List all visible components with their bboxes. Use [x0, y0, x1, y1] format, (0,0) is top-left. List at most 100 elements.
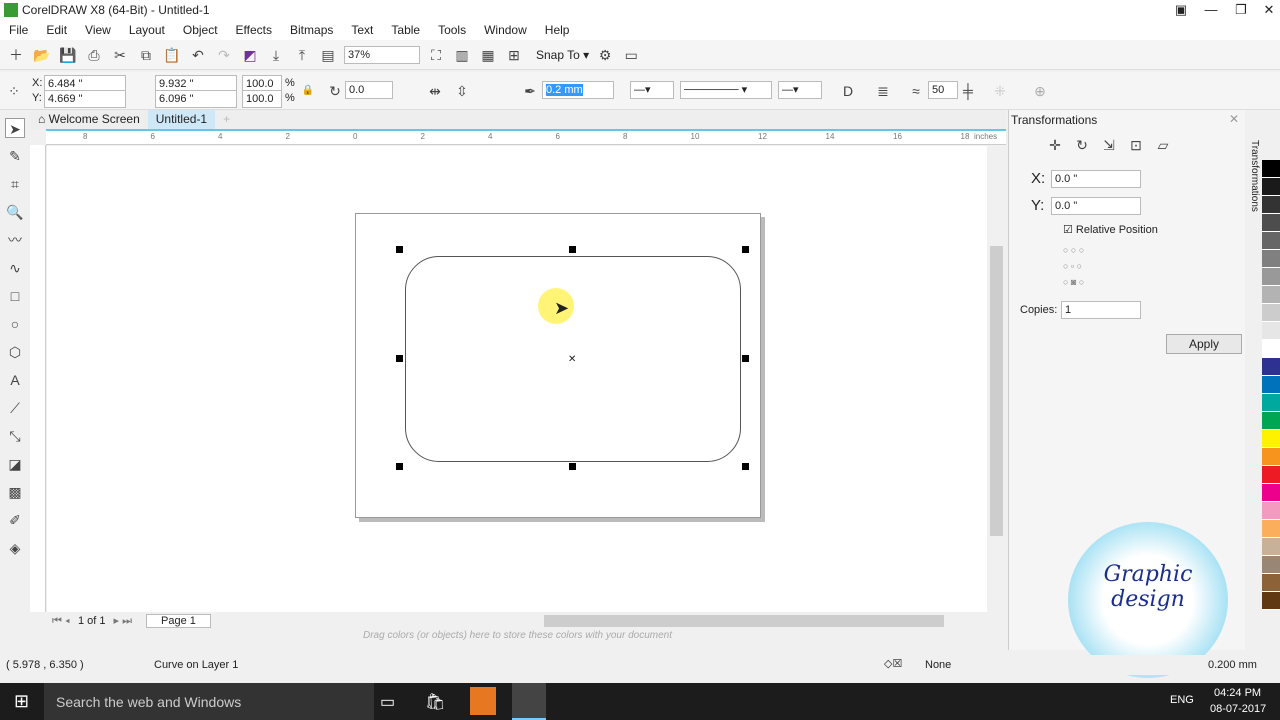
- dimension-tool-icon[interactable]: ⟋: [5, 398, 25, 418]
- color-swatch[interactable]: [1262, 466, 1280, 484]
- cut-icon[interactable]: ✂: [110, 45, 130, 65]
- application-launcher-icon[interactable]: ▭: [621, 45, 641, 65]
- menu-help[interactable]: Help: [536, 23, 579, 37]
- redo-icon[interactable]: ↷: [214, 45, 234, 65]
- menu-file[interactable]: File: [0, 23, 37, 37]
- paste-icon[interactable]: 📋: [162, 45, 182, 65]
- account-icon[interactable]: ▣: [1166, 0, 1196, 20]
- rotate-icon[interactable]: ↻: [325, 81, 345, 101]
- lock-ratio-icon[interactable]: 🔒: [298, 81, 318, 101]
- ellipse-tool-icon[interactable]: ○: [5, 314, 25, 334]
- copy-icon[interactable]: ⧉: [136, 45, 156, 65]
- color-swatch[interactable]: [1262, 412, 1280, 430]
- selection-handle[interactable]: [569, 463, 576, 470]
- menu-object[interactable]: Object: [174, 23, 227, 37]
- anchor-point-grid[interactable]: ○ ○ ○ ○ ▫ ○ ○ ◙ ○: [1063, 242, 1084, 290]
- menu-table[interactable]: Table: [382, 23, 429, 37]
- selection-handle[interactable]: [396, 246, 403, 253]
- docker-close-icon[interactable]: ✕: [1229, 112, 1239, 126]
- new-icon[interactable]: ＋: [6, 45, 26, 65]
- polygon-tool-icon[interactable]: ⬡: [5, 342, 25, 362]
- color-swatch[interactable]: [1262, 538, 1280, 556]
- crop-tool-icon[interactable]: ⌗: [5, 174, 25, 194]
- nodes-icon[interactable]: ⁜: [990, 81, 1010, 101]
- menu-tools[interactable]: Tools: [429, 23, 475, 37]
- save-icon[interactable]: 💾: [58, 45, 78, 65]
- clock-time[interactable]: 04:24 PM: [1214, 687, 1261, 699]
- shape-tool-icon[interactable]: ✎: [5, 146, 25, 166]
- menu-layout[interactable]: Layout: [120, 23, 174, 37]
- menu-window[interactable]: Window: [475, 23, 536, 37]
- selection-handle[interactable]: [742, 355, 749, 362]
- color-swatch[interactable]: [1262, 358, 1280, 376]
- color-swatch[interactable]: [1262, 322, 1280, 340]
- color-swatch[interactable]: [1262, 502, 1280, 520]
- search-content-icon[interactable]: ◩: [240, 45, 260, 65]
- color-palette[interactable]: [1262, 160, 1280, 610]
- color-swatch[interactable]: [1262, 286, 1280, 304]
- apply-button[interactable]: Apply: [1166, 334, 1242, 354]
- transparency-icon[interactable]: ▩: [5, 482, 25, 502]
- tab-welcome-screen[interactable]: ⌂ Welcome Screen: [30, 110, 148, 129]
- menu-text[interactable]: Text: [342, 23, 382, 37]
- drop-shadow-icon[interactable]: ◪: [5, 454, 25, 474]
- new-tab-button[interactable]: +: [215, 110, 238, 129]
- color-swatch[interactable]: [1262, 484, 1280, 502]
- color-swatch[interactable]: [1262, 196, 1280, 214]
- grid-icon[interactable]: ▦: [478, 45, 498, 65]
- clock-date[interactable]: 08-07-2017: [1210, 703, 1266, 715]
- rotation-angle-input[interactable]: 0.0: [345, 81, 393, 99]
- copies-input[interactable]: 1: [1061, 301, 1141, 319]
- end-arrowhead-select[interactable]: —▾: [778, 81, 822, 99]
- line-style-select[interactable]: ─────── ▾: [680, 81, 772, 99]
- text-tool-icon[interactable]: A: [5, 370, 25, 390]
- rectangle-tool-icon[interactable]: □: [5, 286, 25, 306]
- selection-handle[interactable]: [742, 463, 749, 470]
- document-palette[interactable]: Drag colors (or objects) here to store t…: [30, 630, 1005, 646]
- horizontal-ruler[interactable]: 8 6 4 2 0 2 4 6 8 10 12 14 16 18 inches: [46, 129, 1006, 145]
- y-position-input[interactable]: 4.669 ": [44, 90, 126, 108]
- transform-x-input[interactable]: 0.0 ": [1051, 170, 1141, 188]
- minimize-button[interactable]: —: [1196, 0, 1226, 20]
- rulers-icon[interactable]: ▥: [452, 45, 472, 65]
- color-swatch[interactable]: [1262, 250, 1280, 268]
- smoothing-slider-icon[interactable]: ╪: [958, 81, 978, 101]
- color-swatch[interactable]: [1262, 178, 1280, 196]
- add-icon[interactable]: ⊕: [1030, 81, 1050, 101]
- language-indicator[interactable]: ENG: [1170, 694, 1194, 706]
- vertical-ruler[interactable]: [30, 145, 46, 612]
- rotate-icon[interactable]: ↻: [1072, 135, 1092, 155]
- guidelines-icon[interactable]: ⊞: [504, 45, 524, 65]
- color-swatch[interactable]: [1262, 376, 1280, 394]
- color-swatch[interactable]: [1262, 592, 1280, 610]
- mirror-horizontal-icon[interactable]: ⇹: [425, 81, 445, 101]
- store-icon[interactable]: 🛍: [425, 692, 445, 712]
- start-arrowhead-select[interactable]: —▾: [630, 81, 674, 99]
- selection-handle[interactable]: [569, 246, 576, 253]
- undo-icon[interactable]: ↶: [188, 45, 208, 65]
- color-swatch[interactable]: [1262, 574, 1280, 592]
- color-swatch[interactable]: [1262, 556, 1280, 574]
- menu-edit[interactable]: Edit: [37, 23, 76, 37]
- zoom-tool-icon[interactable]: 🔍: [5, 202, 25, 222]
- height-input[interactable]: 6.096 ": [155, 90, 237, 108]
- mirror-vertical-icon[interactable]: ⇳: [452, 81, 472, 101]
- color-swatch[interactable]: [1262, 304, 1280, 322]
- snap-to-dropdown[interactable]: Snap To ▾: [536, 48, 589, 62]
- color-swatch[interactable]: [1262, 394, 1280, 412]
- menu-view[interactable]: View: [76, 23, 120, 37]
- menu-effects[interactable]: Effects: [227, 23, 281, 37]
- scale-mirror-icon[interactable]: ⇲: [1099, 135, 1119, 155]
- eyedropper-icon[interactable]: ✐: [5, 510, 25, 530]
- position-icon[interactable]: ✛: [1045, 135, 1065, 155]
- color-swatch[interactable]: [1262, 268, 1280, 286]
- next-page-icon[interactable]: ▸ ⏭: [114, 614, 132, 628]
- color-swatch[interactable]: [1262, 340, 1280, 358]
- selection-handle[interactable]: [396, 355, 403, 362]
- selection-handle[interactable]: [396, 463, 403, 470]
- print-icon[interactable]: ⎙: [84, 45, 104, 65]
- app-icon[interactable]: [470, 687, 496, 715]
- close-button[interactable]: ✕: [1254, 0, 1280, 20]
- color-swatch[interactable]: [1262, 448, 1280, 466]
- full-screen-icon[interactable]: ⛶: [426, 45, 446, 65]
